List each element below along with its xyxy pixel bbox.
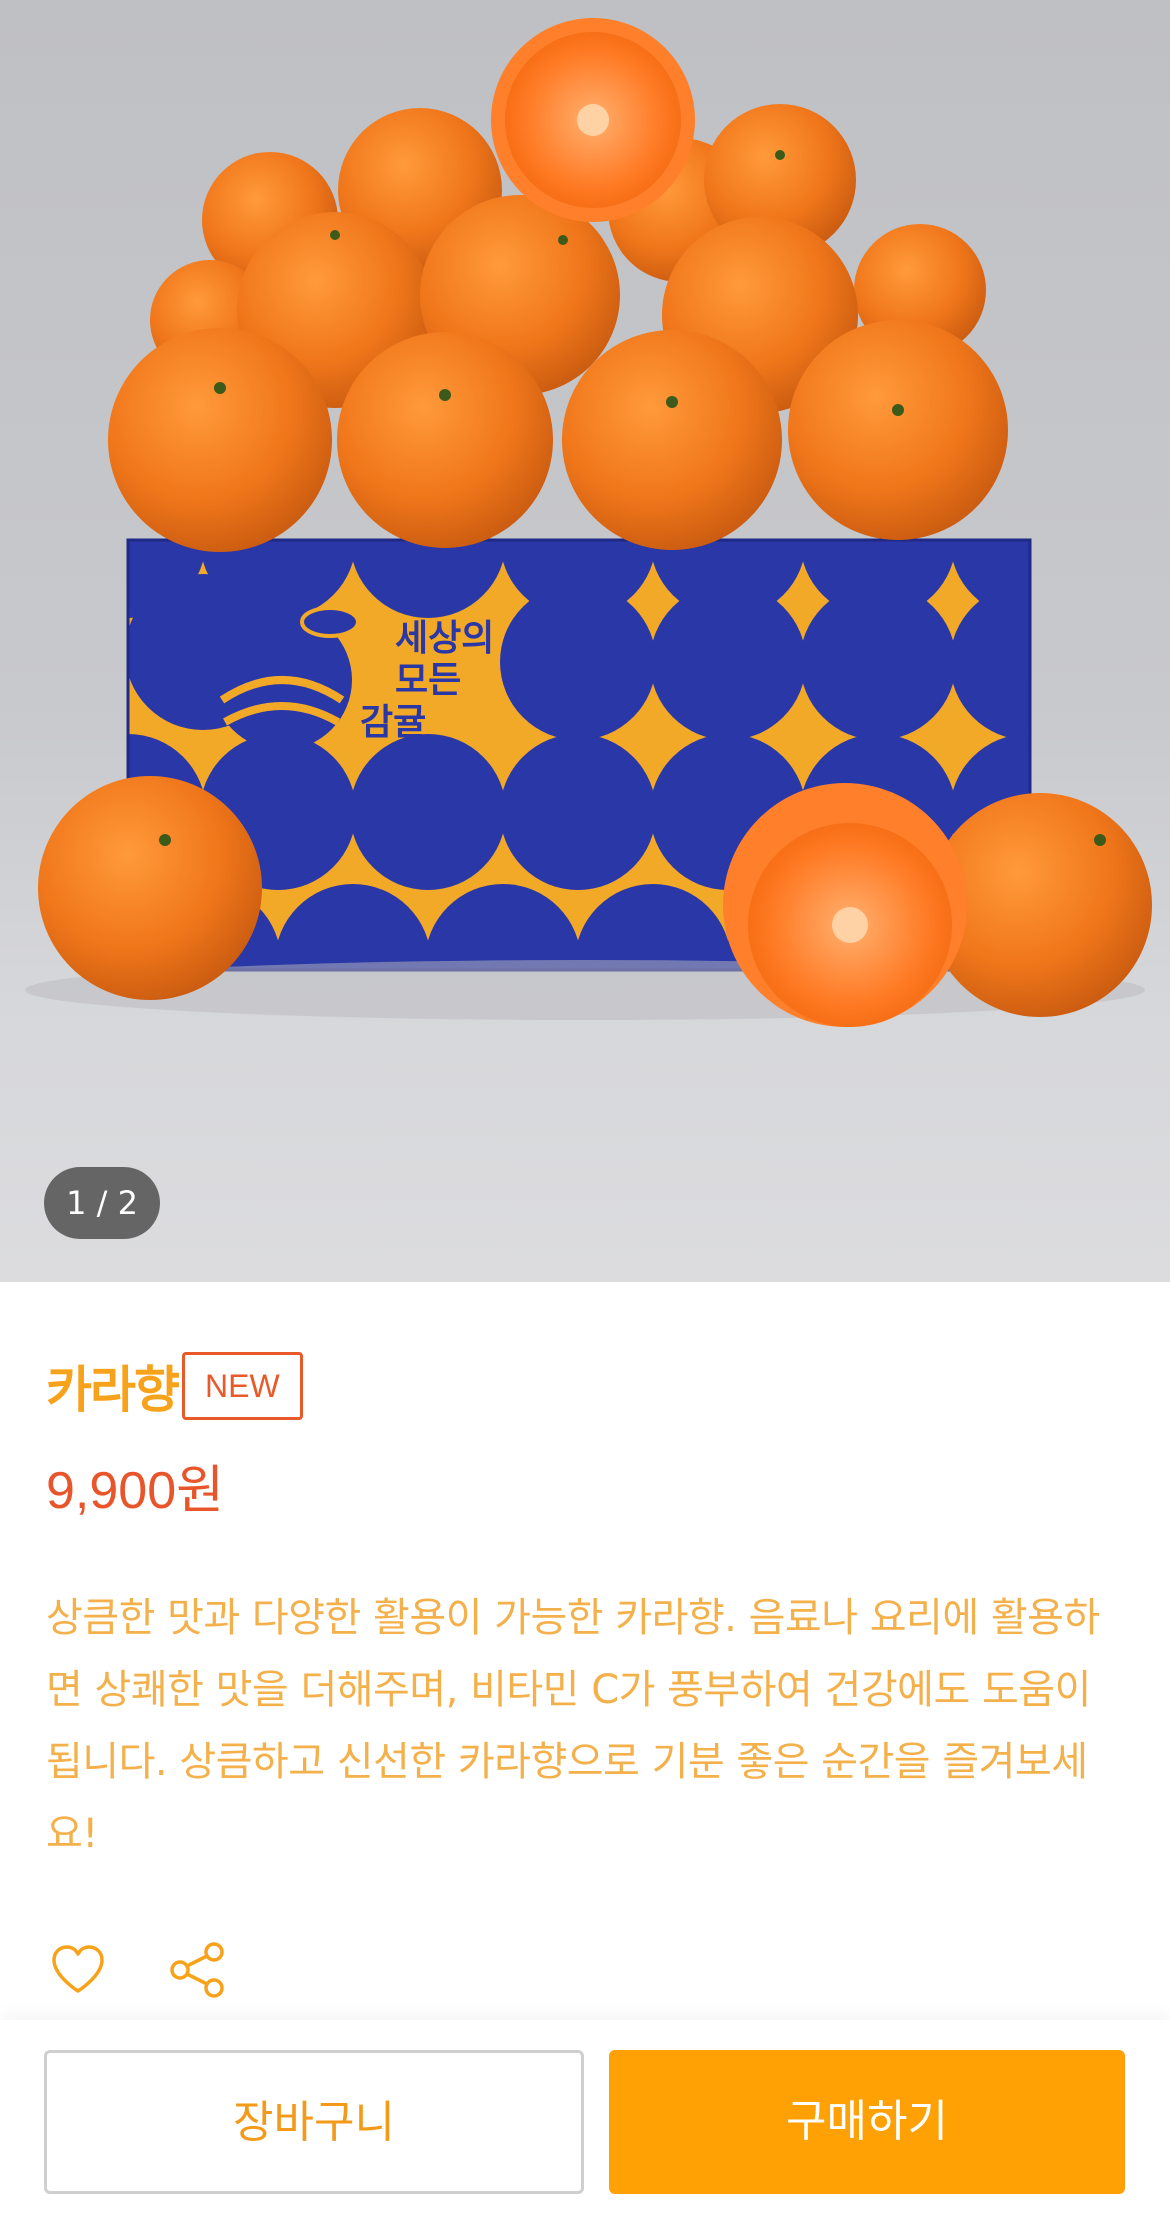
- box-text-line-2: 모든: [395, 660, 461, 701]
- product-actions: [48, 1940, 228, 2000]
- product-price: 9,900원: [46, 1462, 224, 1520]
- buy-now-button[interactable]: 구매하기: [609, 2050, 1125, 2194]
- share-icon: [170, 1942, 224, 1998]
- box-text-line-1: 세상의: [395, 618, 494, 659]
- product-photo: 세상의 모든 감귤: [25, 18, 1152, 1027]
- bottom-action-bar: 장바구니 구매하기: [0, 2020, 1170, 2228]
- oranges-pile: [108, 18, 1008, 552]
- product-title-row: 카라향 NEW: [46, 1352, 303, 1420]
- like-button[interactable]: [48, 1940, 108, 2000]
- new-badge: NEW: [182, 1352, 303, 1420]
- box-text-line-3: 감귤: [360, 702, 426, 743]
- add-to-cart-button[interactable]: 장바구니: [44, 2050, 584, 2194]
- heart-icon: [52, 1945, 104, 1993]
- image-counter: 1 / 2: [44, 1167, 160, 1239]
- product-description: 상큼한 맛과 다양한 활용이 가능한 카라향. 음료나 요리에 활용하면 상쾌한…: [46, 1595, 1100, 1857]
- product-image-gallery[interactable]: 세상의 모든 감귤 1 / 2: [0, 0, 1170, 1282]
- share-button[interactable]: [168, 1940, 228, 2000]
- product-name: 카라향: [46, 1361, 180, 1419]
